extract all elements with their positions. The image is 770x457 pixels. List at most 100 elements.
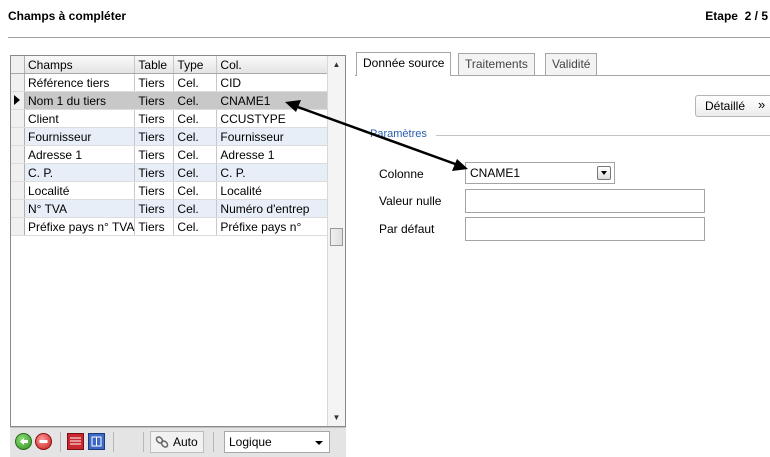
cell-col[interactable]: Localité — [216, 181, 331, 200]
tab-validite[interactable]: Validité — [545, 53, 598, 75]
parameters-group-label: Paramètres — [368, 128, 429, 140]
row-indicator[interactable] — [11, 91, 25, 110]
cell-champ[interactable]: Référence tiers — [24, 73, 136, 92]
cell-champ[interactable]: N° TVA — [24, 199, 136, 218]
row-indicator[interactable] — [11, 109, 25, 128]
toolbar-separator — [113, 432, 114, 452]
auto-button[interactable]: Auto — [150, 431, 204, 453]
table-row[interactable]: C. P. Tiers Cel. C. P. — [11, 163, 331, 182]
cell-table[interactable]: Tiers — [134, 145, 175, 164]
par-defaut-field[interactable] — [465, 217, 705, 241]
header-title: Champs à compléter — [8, 9, 127, 23]
par-defaut-label: Par défaut — [379, 222, 435, 236]
table-row[interactable]: Localité Tiers Cel. Localité — [11, 181, 331, 200]
add-green-circle-icon[interactable] — [15, 433, 32, 450]
row-indicator[interactable] — [11, 127, 25, 146]
cell-champ[interactable]: Localité — [24, 181, 136, 200]
cell-table[interactable]: Tiers — [134, 127, 175, 146]
toolbar-separator — [143, 432, 144, 452]
cell-type[interactable]: Cel. — [173, 181, 218, 200]
row-indicator[interactable] — [11, 199, 25, 218]
cell-table[interactable]: Tiers — [134, 73, 175, 92]
remove-red-circle-icon[interactable] — [35, 433, 52, 450]
cell-col[interactable]: CNAME1 — [216, 91, 331, 110]
toolbar-separator — [60, 432, 61, 452]
current-row-arrow-icon — [14, 94, 20, 105]
valeur-nulle-field[interactable] — [465, 189, 705, 213]
auto-button-label: Auto — [173, 435, 198, 449]
column-header-type[interactable]: Type — [173, 56, 218, 74]
colonne-value: CNAME1 — [470, 166, 521, 180]
table-row[interactable]: Fournisseur Tiers Cel. Fournisseur — [11, 127, 331, 146]
table-row[interactable]: Adresse 1 Tiers Cel. Adresse 1 — [11, 145, 331, 164]
cell-type[interactable]: Cel. — [173, 217, 218, 236]
dropdown-button[interactable] — [597, 166, 611, 180]
tab-donnee-source[interactable]: Donnée source — [356, 52, 452, 76]
header-divider — [8, 37, 770, 38]
tab-traitements[interactable]: Traitements — [458, 53, 535, 75]
row-indicator[interactable] — [11, 217, 25, 236]
cell-col[interactable]: Fournisseur — [216, 127, 331, 146]
logic-mode-value: Logique — [229, 435, 272, 449]
red-table-icon[interactable] — [67, 433, 84, 450]
expand-chevron-icon: » — [758, 97, 766, 112]
column-header-champs[interactable]: Champs — [24, 56, 136, 74]
row-indicator[interactable] — [11, 163, 25, 182]
colonne-label: Colonne — [379, 167, 424, 181]
cell-champ[interactable]: Adresse 1 — [24, 145, 136, 164]
detail-button[interactable]: Détaillé » — [695, 95, 770, 117]
step-value: 2 / 5 — [744, 9, 768, 23]
cell-type[interactable]: Cel. — [173, 145, 218, 164]
cell-champ[interactable]: C. P. — [24, 163, 136, 182]
chevron-down-icon — [315, 441, 323, 445]
colonne-dropdown[interactable]: CNAME1 — [465, 162, 615, 184]
cell-col[interactable]: Préfixe pays n° — [216, 217, 331, 236]
cell-table[interactable]: Tiers — [134, 181, 175, 200]
cell-type[interactable]: Cel. — [173, 73, 218, 92]
chevron-down-icon — [601, 171, 607, 175]
blue-table-icon[interactable] — [88, 433, 105, 450]
cell-type[interactable]: Cel. — [173, 109, 218, 128]
table-row[interactable]: N° TVA Tiers Cel. Numéro d'entrep — [11, 199, 331, 218]
step-indicator: Etape 2 / 5 — [705, 9, 768, 23]
table-row[interactable]: Préfixe pays n° TVA Tiers Cel. Préfixe p… — [11, 217, 331, 236]
cell-champ[interactable]: Client — [24, 109, 136, 128]
table-row-selected[interactable]: Nom 1 du tiers Tiers Cel. CNAME1 — [11, 91, 331, 110]
cell-type[interactable]: Cel. — [173, 199, 218, 218]
cell-col[interactable]: Numéro d'entrep — [216, 199, 331, 218]
row-indicator[interactable] — [11, 145, 25, 164]
column-header-col[interactable]: Col. — [216, 56, 331, 74]
scroll-down-arrow-icon[interactable]: ▼ — [328, 409, 345, 426]
cell-col[interactable]: CCUSTYPE — [216, 109, 331, 128]
row-indicator[interactable] — [11, 181, 25, 200]
cell-table[interactable]: Tiers — [134, 163, 175, 182]
cell-table[interactable]: Tiers — [134, 217, 175, 236]
cell-champ[interactable]: Nom 1 du tiers — [24, 91, 136, 110]
scrollbar-thumb[interactable] — [330, 228, 343, 246]
valeur-nulle-label: Valeur nulle — [379, 194, 442, 208]
cell-type[interactable]: Cel. — [173, 91, 218, 110]
cell-type[interactable]: Cel. — [173, 163, 218, 182]
cell-col[interactable]: C. P. — [216, 163, 331, 182]
cell-champ[interactable]: Fournisseur — [24, 127, 136, 146]
table-row[interactable]: Client Tiers Cel. CCUSTYPE — [11, 109, 331, 128]
cell-champ[interactable]: Préfixe pays n° TVA — [24, 217, 136, 236]
grid-toolbar: Auto Logique — [10, 427, 346, 457]
toolbar-separator — [213, 432, 214, 452]
column-header-table[interactable]: Table — [134, 56, 175, 74]
row-indicator[interactable] — [11, 73, 25, 92]
logic-mode-dropdown[interactable]: Logique — [224, 431, 330, 453]
grid-vertical-scrollbar[interactable]: ▲ ▼ — [327, 56, 345, 426]
cell-table[interactable]: Tiers — [134, 199, 175, 218]
parameters-group-line — [436, 135, 770, 136]
scroll-up-arrow-icon[interactable]: ▲ — [328, 56, 345, 73]
cell-col[interactable]: Adresse 1 — [216, 145, 331, 164]
cell-table[interactable]: Tiers — [134, 109, 175, 128]
link-chain-icon — [155, 436, 169, 448]
table-row[interactable]: Référence tiers Tiers Cel. CID — [11, 73, 331, 92]
cell-type[interactable]: Cel. — [173, 127, 218, 146]
cell-table[interactable]: Tiers — [134, 91, 175, 110]
fields-grid[interactable]: Champs Table Type Col. Référence tiers T… — [10, 55, 346, 427]
grid-header-row: Champs Table Type Col. — [11, 56, 331, 74]
cell-col[interactable]: CID — [216, 73, 331, 92]
